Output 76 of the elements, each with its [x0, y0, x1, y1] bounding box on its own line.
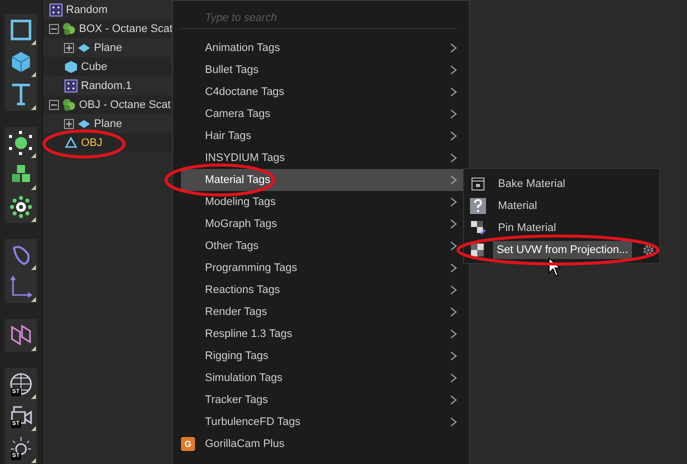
submenu-item[interactable]: Bake Material — [494, 175, 570, 193]
axis-icon — [8, 274, 34, 300]
menu-item[interactable]: Bullet Tags — [181, 59, 463, 81]
object-name[interactable]: Random.1 — [81, 80, 132, 92]
triangle-icon — [64, 136, 78, 150]
chevron-icon — [450, 43, 457, 53]
object-name[interactable]: Plane — [94, 42, 122, 54]
menu-item[interactable]: Other Tags — [181, 235, 463, 257]
menu-item[interactable]: Hair Tags — [181, 125, 463, 147]
globe-icon — [8, 370, 34, 397]
menu-item[interactable]: Programming Tags — [181, 257, 463, 279]
chevron-icon — [450, 417, 457, 427]
cursor-icon — [548, 257, 562, 277]
menu-item[interactable]: Rigging Tags — [181, 345, 463, 367]
chevron-icon — [450, 395, 457, 405]
menu-item[interactable]: Material Tags — [181, 169, 463, 191]
question-mark-icon — [470, 198, 486, 214]
menu-item[interactable]: C4doctane Tags — [181, 81, 463, 103]
object-name[interactable]: OBJ — [81, 136, 102, 148]
gear-icon — [8, 194, 34, 220]
chevron-icon — [450, 285, 457, 295]
leaf-cluster-icon — [62, 98, 76, 112]
chevron-icon — [450, 241, 457, 251]
plugin-icon: G — [181, 437, 195, 451]
chevron-icon — [450, 307, 457, 317]
chevron-icon — [450, 373, 457, 383]
submenu-item[interactable]: Pin Material — [494, 219, 560, 237]
menu-item[interactable]: Tracker Tags — [181, 389, 463, 411]
chevron-icon — [450, 131, 457, 141]
chevron-icon — [450, 153, 457, 163]
cube-icon — [64, 60, 78, 74]
expand-toggle[interactable] — [64, 42, 74, 52]
submenu-item[interactable]: Set UVW from Projection... — [492, 241, 632, 259]
square-icon — [8, 17, 34, 44]
menu-item[interactable]: G GorillaCam Plus — [181, 433, 463, 455]
toolbar-button[interactable] — [5, 14, 37, 46]
expand-toggle[interactable] — [64, 118, 74, 128]
menu-item[interactable]: Camera Tags — [181, 103, 463, 125]
object-name[interactable]: Plane — [94, 118, 122, 130]
chevron-icon — [450, 329, 457, 339]
window-icon — [470, 176, 486, 192]
knot-icon — [8, 322, 34, 348]
object-name[interactable]: Cube — [81, 60, 108, 72]
object-name[interactable]: Random — [66, 4, 108, 16]
menu-item[interactable]: Render Tags — [181, 301, 463, 323]
expand-toggle[interactable] — [49, 24, 59, 34]
expand-toggle[interactable] — [49, 100, 59, 110]
checker-icon — [470, 242, 485, 258]
dice-icon — [49, 2, 63, 16]
pin-icon — [470, 220, 486, 236]
toolbar-button[interactable] — [5, 190, 37, 224]
menu-item[interactable]: Animation Tags — [181, 37, 463, 59]
chevron-icon — [450, 219, 457, 229]
chevron-icon — [450, 175, 457, 185]
menu-item[interactable]: INSYDIUM Tags — [181, 147, 463, 169]
search-field[interactable]: Type to search — [181, 7, 457, 29]
leaf-cluster-icon — [62, 22, 76, 36]
chevron-icon — [450, 109, 457, 119]
menu-item[interactable]: TurbulenceFD Tags — [181, 411, 463, 433]
toolbar-button[interactable] — [5, 319, 37, 352]
menu-item[interactable]: Simulation Tags — [181, 367, 463, 389]
chevron-icon — [450, 263, 457, 273]
chevron-icon — [450, 87, 457, 97]
dice-icon — [64, 78, 78, 92]
chevron-icon — [450, 65, 457, 75]
menu-item[interactable]: Modeling Tags — [181, 191, 463, 213]
settings-icon[interactable] — [642, 243, 655, 257]
submenu-item[interactable]: Material — [494, 197, 542, 215]
toolbar-button[interactable] — [5, 126, 37, 159]
menu-item[interactable]: Reactions Tags — [181, 279, 463, 301]
chevron-icon — [450, 351, 457, 361]
menu-item[interactable]: Respline 1.3 Tags — [181, 323, 463, 345]
chevron-icon — [450, 197, 457, 207]
toolbar-button[interactable] — [5, 78, 37, 111]
menu-item[interactable]: MoGraph Tags — [181, 213, 463, 235]
points-icon — [8, 130, 34, 156]
